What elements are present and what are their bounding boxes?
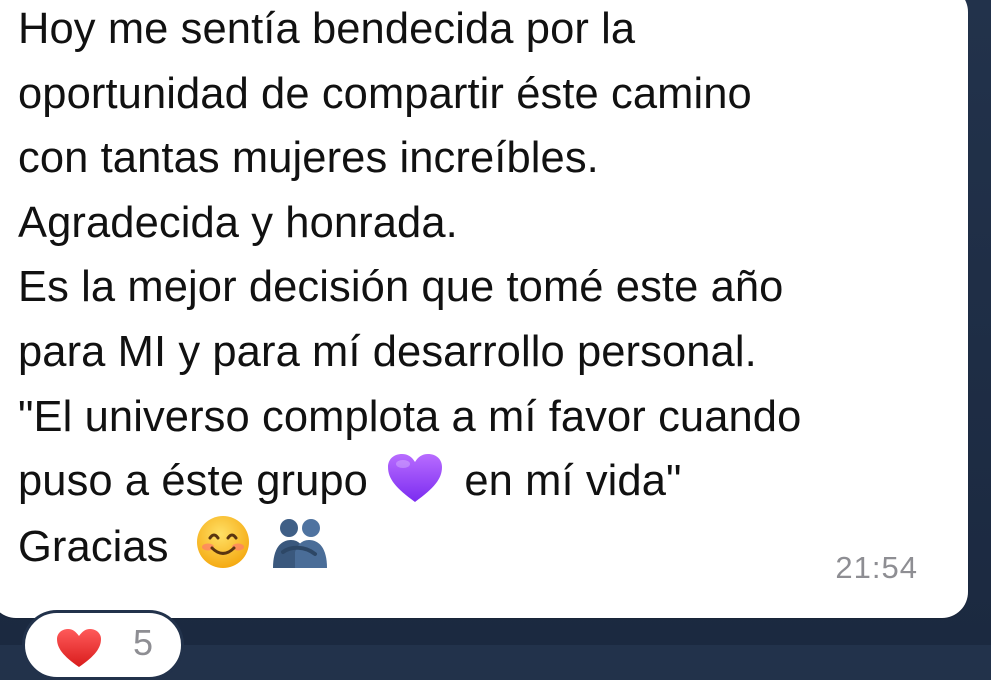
message-line: Agradecida y honrada. bbox=[18, 198, 458, 247]
message-line: puso a éste grupo en mí vida" bbox=[18, 449, 938, 514]
message-text: Hoy me sentía bendecida por la oportunid… bbox=[18, 0, 938, 578]
message-line: oportunidad de compartir éste camino bbox=[18, 69, 752, 118]
message-line-part: puso a éste grupo bbox=[18, 457, 368, 506]
message-timestamp: 21:54 bbox=[835, 550, 918, 585]
reaction-count: 5 bbox=[133, 622, 154, 663]
message-line: Hoy me sentía bendecida por la bbox=[18, 5, 636, 53]
message-line-part: Gracias bbox=[18, 522, 169, 571]
message-line-part: en mí vida" bbox=[464, 457, 682, 506]
reaction-pill[interactable]: 5 bbox=[22, 610, 184, 680]
message-line: para MI y para mí desarrollo personal. bbox=[18, 327, 757, 376]
message-line: con tantas mujeres increíbles. bbox=[18, 134, 599, 183]
purple-heart-icon bbox=[386, 452, 444, 523]
smiling-face-icon bbox=[195, 514, 251, 589]
red-heart-icon bbox=[55, 627, 103, 674]
message-line: "El universo complota a mí favor cuando bbox=[18, 392, 802, 441]
message-line: Gracias bbox=[18, 514, 938, 579]
message-line: Es la mejor decisión que tomé este año bbox=[18, 263, 784, 312]
people-hugging-icon bbox=[269, 516, 331, 589]
message-bubble[interactable]: Hoy me sentía bendecida por la oportunid… bbox=[0, 0, 968, 618]
